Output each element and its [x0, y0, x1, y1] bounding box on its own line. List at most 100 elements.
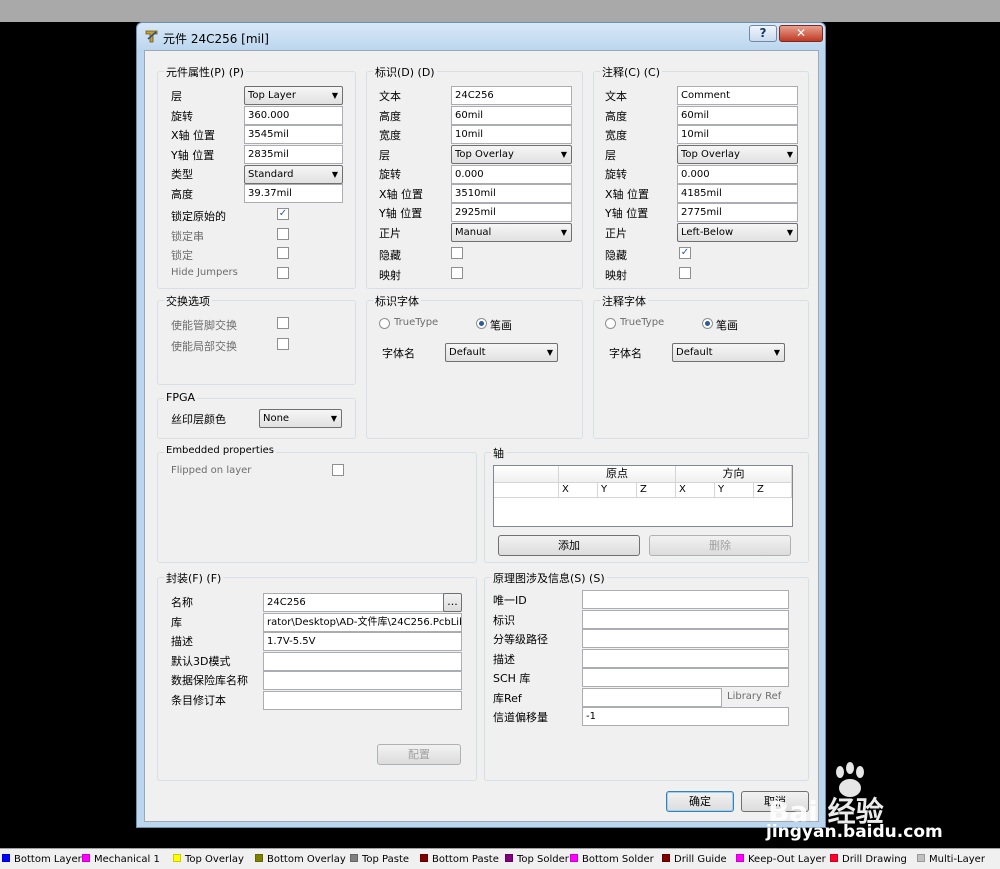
font-name-value: Default	[676, 347, 713, 358]
designator-layer-select[interactable]: Top Overlay ▼	[451, 145, 572, 164]
vault-name-field[interactable]	[263, 671, 462, 690]
font-name-label: 字体名	[382, 347, 415, 360]
add-axis-button[interactable]: 添加	[498, 535, 640, 556]
layer-color-swatch	[255, 854, 263, 862]
comment-text-field[interactable]: Comment	[677, 86, 798, 105]
stroke-radio[interactable]	[476, 318, 487, 329]
chevron-down-icon: ▼	[560, 228, 567, 237]
comment-layer-select[interactable]: Top Overlay ▼	[677, 145, 798, 164]
truetype-label: TrueType	[620, 317, 665, 328]
help-button[interactable]: ?	[749, 25, 777, 42]
layer-tab[interactable]: Top Solder	[503, 851, 569, 868]
chevron-down-icon: ▼	[773, 348, 780, 357]
title-bar[interactable]: 元件 24C256 [mil] ? ✕	[137, 23, 825, 50]
designator-rotation-field[interactable]: 0.000	[451, 165, 572, 184]
designator-y-field[interactable]: 2925mil	[451, 203, 572, 222]
silk-color-select[interactable]: None ▼	[259, 409, 342, 428]
layer-tab[interactable]: Bottom Paste	[418, 851, 499, 868]
designator-x-field[interactable]: 3510mil	[451, 184, 572, 203]
unique-id-label: 唯一ID	[493, 594, 527, 607]
font-name-select[interactable]: Default ▼	[445, 343, 558, 362]
layer-tab[interactable]: Drill Guide	[660, 851, 727, 868]
layer-tab[interactable]: Drill Drawing	[828, 851, 907, 868]
font-name-select[interactable]: Default ▼	[672, 343, 785, 362]
layer-tab[interactable]: Keep-Out Layer	[734, 851, 826, 868]
comment-y-label: Y轴 位置	[605, 207, 649, 220]
layer-tab-label: Multi-Layer	[929, 854, 985, 865]
layer-tab[interactable]: Bottom Layer	[0, 851, 82, 868]
truetype-radio[interactable]	[379, 318, 390, 329]
layer-color-swatch	[662, 854, 670, 862]
rotation-field[interactable]: 360.000	[244, 106, 343, 125]
stroke-radio[interactable]	[702, 318, 713, 329]
x-position-field[interactable]: 3545mil	[244, 125, 343, 144]
dialog-client-area: 元件属性(P) (P) 层 Top Layer ▼ 旋转 360.000 X轴 位…	[144, 50, 819, 822]
font-name-label: 字体名	[609, 347, 642, 360]
comment-autopos-select[interactable]: Left-Below ▼	[677, 223, 798, 242]
browse-button[interactable]: ...	[443, 593, 462, 612]
comment-width-field[interactable]: 10mil	[677, 125, 798, 144]
layer-tab[interactable]: Multi-Layer	[915, 851, 985, 868]
type-select[interactable]: Standard ▼	[244, 165, 343, 184]
comment-autopos-value: Left-Below	[681, 227, 734, 238]
comment-height-field[interactable]: 60mil	[677, 106, 798, 125]
designator-width-field[interactable]: 10mil	[451, 125, 572, 144]
height-field[interactable]: 39.37mil	[244, 184, 343, 203]
locked-checkbox[interactable]	[277, 247, 289, 259]
pin-swap-checkbox[interactable]	[277, 317, 289, 329]
designator-rotation-label: 旋转	[379, 168, 401, 181]
library-ref-field[interactable]	[582, 688, 722, 707]
hierarchical-path-field[interactable]	[582, 629, 789, 648]
lock-strings-checkbox[interactable]	[277, 228, 289, 240]
layer-tab[interactable]: Mechanical 1	[80, 851, 160, 868]
flipped-checkbox[interactable]	[332, 464, 344, 476]
y-position-label: Y轴 位置	[171, 149, 215, 162]
designator-text-field[interactable]: 24C256	[451, 86, 572, 105]
layer-tab-label: Bottom Solder	[582, 854, 654, 865]
chevron-down-icon: ▼	[786, 150, 793, 159]
item-revision-field[interactable]	[263, 691, 462, 710]
footprint-name-field[interactable]: 24C256	[263, 593, 444, 612]
default-3d-field[interactable]	[263, 652, 462, 671]
library-label: 库	[171, 616, 182, 629]
comment-hide-checkbox[interactable]: ✓	[679, 247, 691, 259]
delete-axis-button[interactable]: 删除	[649, 535, 791, 556]
designator-hide-checkbox[interactable]	[451, 247, 463, 259]
layer-tab[interactable]: Bottom Overlay	[253, 851, 346, 868]
axis-table[interactable]: 原点 方向 X Y Z X Y Z	[493, 465, 793, 527]
layer-select[interactable]: Top Layer ▼	[244, 86, 343, 105]
direction-header[interactable]: 方向	[676, 466, 792, 483]
sch-library-field[interactable]	[582, 668, 789, 687]
channel-offset-field[interactable]: -1	[582, 707, 789, 726]
unique-id-field[interactable]	[582, 590, 789, 609]
layer-tab[interactable]: Top Overlay	[171, 851, 244, 868]
sch-description-field[interactable]	[582, 649, 789, 668]
chevron-down-icon: ▼	[331, 170, 338, 179]
sch-designator-field[interactable]	[582, 610, 789, 629]
part-swap-checkbox[interactable]	[277, 338, 289, 350]
library-field[interactable]: rator\Desktop\AD-文件库\24C256.PcbLib	[263, 613, 462, 632]
layer-tab[interactable]: Bottom Solder	[568, 851, 654, 868]
comment-y-field[interactable]: 2775mil	[677, 203, 798, 222]
comment-mirror-checkbox[interactable]	[679, 267, 691, 279]
configure-button[interactable]: 配置	[377, 744, 461, 765]
y-position-field[interactable]: 2835mil	[244, 145, 343, 164]
hide-jumpers-checkbox[interactable]	[277, 267, 289, 279]
designator-height-field[interactable]: 60mil	[451, 106, 572, 125]
comment-x-field[interactable]: 4185mil	[677, 184, 798, 203]
ok-button[interactable]: 确定	[666, 791, 734, 812]
comment-rotation-field[interactable]: 0.000	[677, 165, 798, 184]
close-button[interactable]: ✕	[779, 25, 823, 42]
group-title: 标识(D) (D)	[373, 64, 437, 80]
description-label: 描述	[171, 635, 193, 648]
layer-tab-bar: Bottom Layer Mechanical 1 Top Overlay Botto…	[0, 848, 1000, 869]
lock-strings-label: 锁定串	[171, 230, 204, 243]
designator-autopos-select[interactable]: Manual ▼	[451, 223, 572, 242]
layer-tab[interactable]: Top Paste	[348, 851, 409, 868]
truetype-radio[interactable]	[605, 318, 616, 329]
lock-primitives-checkbox[interactable]: ✓	[277, 208, 289, 220]
designator-mirror-label: 映射	[379, 269, 401, 282]
designator-mirror-checkbox[interactable]	[451, 267, 463, 279]
description-field[interactable]: 1.7V-5.5V	[263, 632, 462, 651]
origin-header[interactable]: 原点	[559, 466, 676, 483]
